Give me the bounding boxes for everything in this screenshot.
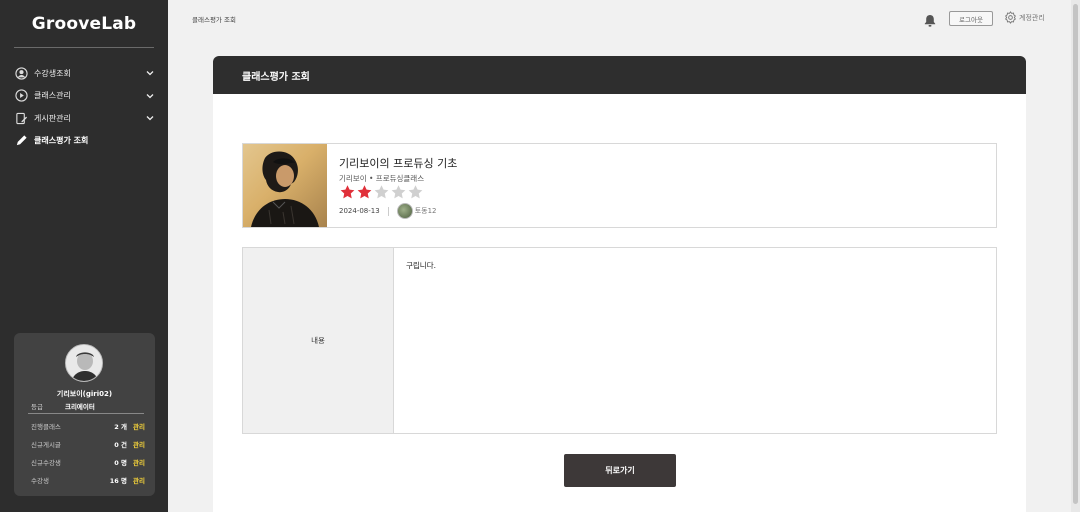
stat-value: 0 명 xyxy=(114,459,128,467)
sidebar-item-label: 클래스평가 조회 xyxy=(34,136,89,146)
stat-label: 신규수강생 xyxy=(31,459,61,467)
profile-stats: 진행클래스 2 개 관리 신규게시글 0 건 관리 신규수강생 0 명 관리 수… xyxy=(31,417,145,489)
reviewer-name: 토동12 xyxy=(414,207,437,215)
review-date: 2024-08-13 xyxy=(339,207,380,215)
stat-value: 16 명 xyxy=(109,477,128,485)
stat-manage-link[interactable]: 관리 xyxy=(133,457,145,467)
stat-value: 2 개 xyxy=(114,423,128,431)
star-empty-icon xyxy=(391,185,406,199)
edit-document-icon xyxy=(14,111,28,125)
chevron-down-icon[interactable] xyxy=(144,112,156,124)
chevron-down-icon[interactable] xyxy=(144,90,156,102)
sidebar-item-label: 수강생조회 xyxy=(34,68,71,78)
meta-divider xyxy=(387,206,389,216)
star-empty-icon xyxy=(374,185,389,199)
rating-stars xyxy=(339,184,424,200)
app-logo[interactable]: GrooveLab xyxy=(0,14,168,34)
star-filled-icon xyxy=(357,185,372,199)
sidebar-item-class-review[interactable]: 클래스평가 조회 xyxy=(14,130,156,153)
sidebar-menu: 수강생조회 클래스관리 게시판관리 클래스평가 조회 xyxy=(14,62,156,152)
stat-manage-link[interactable]: 관리 xyxy=(133,421,145,431)
stat-manage-link[interactable]: 관리 xyxy=(133,439,145,449)
content-label: 내용 xyxy=(243,248,394,433)
stat-row: 수강생 16 명 관리 xyxy=(31,471,145,489)
profile-name: 기리보이(giri02) xyxy=(56,390,113,398)
page-scrollbar[interactable] xyxy=(1071,0,1080,512)
star-empty-icon xyxy=(408,185,423,199)
star-filled-icon xyxy=(340,185,355,199)
stat-label: 신규게시글 xyxy=(31,441,61,449)
avatar xyxy=(65,344,103,382)
class-title: 기리보이의 프로듀싱 기초 xyxy=(339,157,458,170)
user-circle-icon xyxy=(14,66,28,80)
pencil-icon xyxy=(14,134,28,148)
sidebar-item-students[interactable]: 수강생조회 xyxy=(14,62,156,85)
stat-row: 신규수강생 0 명 관리 xyxy=(31,453,145,471)
review-content-box: 내용 구립니다. xyxy=(242,247,997,434)
stat-label: 수강생 xyxy=(31,477,49,485)
stat-row: 진행클래스 2 개 관리 xyxy=(31,417,145,435)
scrollbar-thumb[interactable] xyxy=(1073,4,1078,504)
bell-icon[interactable] xyxy=(924,12,936,27)
page-title: 클래스평가 조회 xyxy=(213,56,1026,94)
sidebar-item-board-management[interactable]: 게시판관리 xyxy=(14,107,156,130)
gear-icon xyxy=(1004,11,1017,24)
sidebar: GrooveLab 수강생조회 클래스관리 게시판관리 클래스평가 조회 기리보… xyxy=(0,0,168,512)
profile-grade: 등급 크리에이터 xyxy=(31,401,143,411)
grade-label: 등급 xyxy=(31,403,43,411)
stat-row: 신규게시글 0 건 관리 xyxy=(31,435,145,453)
stat-manage-link[interactable]: 관리 xyxy=(133,475,145,485)
grade-value: 크리에이터 xyxy=(64,403,95,411)
stat-value: 0 건 xyxy=(114,441,128,449)
logout-button[interactable]: 로그아웃 xyxy=(949,11,993,26)
account-settings-link[interactable]: 계정관리 xyxy=(1004,11,1045,24)
sidebar-item-label: 게시판관리 xyxy=(34,113,71,123)
profile-divider xyxy=(28,413,144,414)
review-content-text: 구립니다. xyxy=(406,261,436,270)
sidebar-item-class-management[interactable]: 클래스관리 xyxy=(14,85,156,108)
chevron-down-icon[interactable] xyxy=(144,67,156,79)
sidebar-item-label: 클래스관리 xyxy=(34,91,71,101)
class-thumbnail xyxy=(243,144,327,227)
sidebar-divider xyxy=(14,47,154,48)
class-subtitle: 기리보이 • 프로듀싱클래스 xyxy=(339,174,425,183)
review-meta: 2024-08-13 토동12 xyxy=(339,203,436,219)
class-review-card: 기리보이의 프로듀싱 기초 기리보이 • 프로듀싱클래스 2024-08-13 … xyxy=(242,143,997,228)
stat-label: 진행클래스 xyxy=(31,423,61,431)
profile-card: 기리보이(giri02) 등급 크리에이터 진행클래스 2 개 관리 신규게시글… xyxy=(14,333,155,496)
breadcrumb: 클래스평가 조회 xyxy=(192,16,236,24)
account-settings-label: 계정관리 xyxy=(1019,13,1045,22)
play-circle-icon xyxy=(14,89,28,103)
back-button[interactable]: 뒤로가기 xyxy=(564,454,676,487)
main-panel: 클래스평가 조회 기리보이의 프로듀싱 기초 기리보이 • 프로듀싱클래스 20… xyxy=(213,56,1026,512)
reviewer-avatar xyxy=(396,203,413,219)
